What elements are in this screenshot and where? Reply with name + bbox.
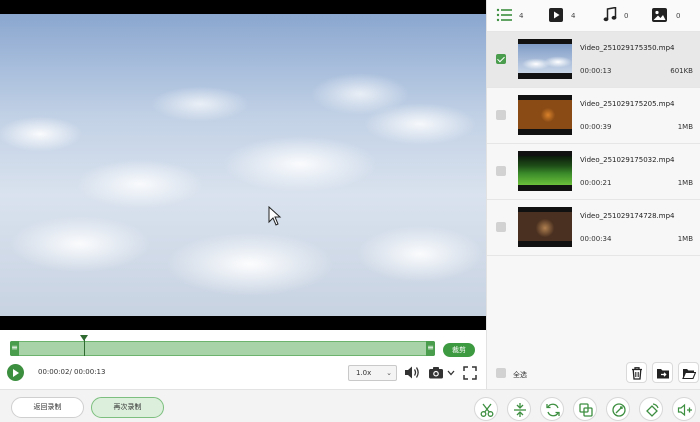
file-row[interactable]: Video_251029175205.mp4 00:00:39 1MB: [487, 88, 700, 144]
volume-icon[interactable]: [404, 365, 422, 380]
play-button[interactable]: [7, 364, 24, 381]
move-to-folder-button[interactable]: [652, 362, 673, 383]
folder-open-icon: [682, 369, 696, 380]
speed-value: 1.0x: [356, 369, 372, 377]
mouse-cursor-icon: [268, 206, 282, 226]
rotate-icon: [646, 403, 659, 417]
file-size: 1MB: [677, 123, 693, 131]
media-type-tabs: 4 4 0 0: [487, 0, 700, 32]
video-icon: [549, 8, 563, 22]
video-thumbnail: [518, 39, 572, 79]
tab-image-count: 0: [676, 12, 681, 20]
volume-plus-icon: [677, 403, 692, 417]
tab-all[interactable]: 4: [496, 7, 532, 25]
tab-audio-count: 0: [624, 12, 629, 20]
select-all-checkbox[interactable]: [496, 368, 506, 378]
file-size: 601KB: [670, 67, 693, 75]
file-row[interactable]: Video_251029175350.mp4 00:00:13 601KB: [487, 32, 700, 88]
scissors-icon: [480, 403, 494, 417]
file-name: Video_251029175350.mp4: [580, 44, 675, 52]
video-thumbnail: [518, 151, 572, 191]
compress-tool-button[interactable]: [573, 397, 597, 421]
file-checkbox[interactable]: [496, 166, 506, 176]
time-display: 00:00:02/ 00:00:13: [38, 368, 106, 376]
file-size: 1MB: [677, 235, 693, 243]
image-icon: [652, 8, 667, 22]
screenshot-camera-icon[interactable]: [428, 366, 444, 379]
chevron-down-icon: ⌄: [386, 369, 392, 377]
file-duration: 00:00:39: [580, 123, 612, 131]
file-duration: 00:00:34: [580, 235, 612, 243]
crop-button[interactable]: 裁剪: [443, 343, 475, 357]
trash-icon: [632, 367, 642, 380]
playhead[interactable]: [80, 335, 89, 356]
trim-start-handle[interactable]: ≡: [10, 341, 19, 356]
watermark-tool-button[interactable]: [606, 397, 630, 421]
video-thumbnail: [518, 207, 572, 247]
record-again-button[interactable]: 再次录制: [91, 397, 164, 418]
camera-options-chevron-icon[interactable]: [447, 370, 455, 376]
file-name: Video_251029174728.mp4: [580, 212, 675, 220]
file-duration: 00:00:21: [580, 179, 612, 187]
tab-audio[interactable]: 0: [603, 7, 639, 25]
back-to-recording-button[interactable]: 返回录制: [11, 397, 84, 418]
list-icon: [496, 8, 512, 22]
trim-end-handle[interactable]: ≡: [426, 341, 435, 356]
rotate-tool-button[interactable]: [639, 397, 663, 421]
tab-all-count: 4: [519, 12, 524, 20]
file-name: Video_251029175205.mp4: [580, 100, 675, 108]
file-panel-footer: 全选: [487, 358, 700, 389]
watermark-icon: [612, 403, 626, 417]
trim-timeline[interactable]: ≡ ≡: [10, 335, 435, 356]
file-size: 1MB: [677, 179, 693, 187]
file-checkbox[interactable]: [496, 54, 506, 64]
file-panel: 4 4 0 0 Video_251029175350.mp4 00:00:13 …: [486, 0, 700, 389]
compress-icon: [579, 403, 593, 417]
music-icon: [603, 7, 617, 22]
cut-tool-button[interactable]: [474, 397, 498, 421]
select-all-label[interactable]: 全选: [513, 370, 527, 380]
video-recorder-app: ≡ ≡ 裁剪 00:00:02/ 00:00:13 1.0x ⌄ 返回录制 再次…: [0, 0, 700, 422]
file-name: Video_251029175032.mp4: [580, 156, 675, 164]
file-row[interactable]: Video_251029175032.mp4 00:00:21 1MB: [487, 144, 700, 200]
speed-select[interactable]: 1.0x ⌄: [348, 365, 397, 381]
folder-move-icon: [657, 369, 669, 379]
fullscreen-icon[interactable]: [463, 366, 477, 380]
tab-video[interactable]: 4: [549, 7, 585, 25]
file-checkbox[interactable]: [496, 222, 506, 232]
file-list: Video_251029175350.mp4 00:00:13 601KB Vi…: [487, 32, 700, 256]
file-checkbox[interactable]: [496, 110, 506, 120]
video-preview[interactable]: [0, 0, 486, 330]
file-duration: 00:00:13: [580, 67, 612, 75]
split-icon: [514, 403, 526, 417]
video-frame: [0, 14, 486, 316]
video-thumbnail: [518, 95, 572, 135]
open-folder-button[interactable]: [678, 362, 699, 383]
split-tool-button[interactable]: [507, 397, 531, 421]
convert-icon: [546, 403, 560, 417]
tab-image[interactable]: 0: [652, 7, 688, 25]
delete-button[interactable]: [626, 362, 647, 383]
add-audio-tool-button[interactable]: [672, 397, 696, 421]
convert-tool-button[interactable]: [540, 397, 564, 421]
tab-video-count: 4: [571, 12, 576, 20]
file-row[interactable]: Video_251029174728.mp4 00:00:34 1MB: [487, 200, 700, 256]
